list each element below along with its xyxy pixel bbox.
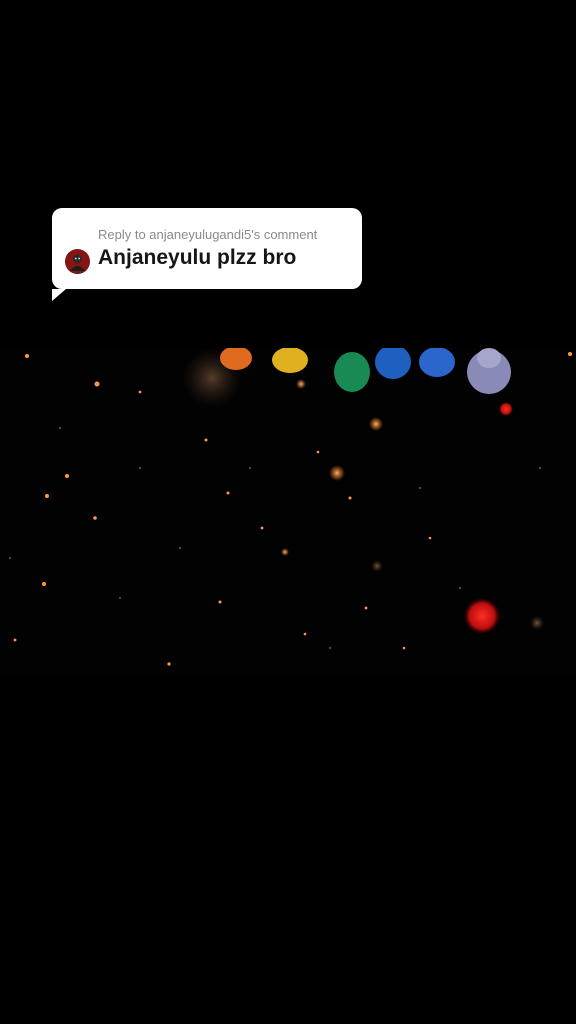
video-content[interactable] [0, 348, 576, 674]
reply-to-label: Reply to anjaneyulugandi5's comment [98, 227, 318, 242]
commenter-avatar[interactable] [65, 249, 90, 274]
reply-comment-sticker[interactable]: Reply to anjaneyulugandi5's comment Anja… [52, 208, 362, 301]
speech-bubble-tail [52, 289, 66, 301]
user-avatar-icon [65, 249, 90, 274]
comment-text: Anjaneyulu plzz bro [98, 246, 297, 269]
bokeh-particles-image [8, 348, 572, 666]
